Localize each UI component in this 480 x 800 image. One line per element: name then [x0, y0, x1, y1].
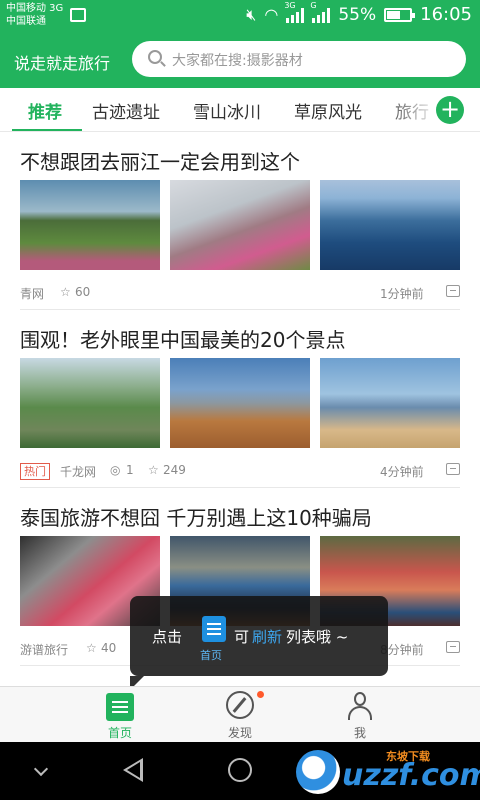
article-thumbnail[interactable]	[20, 180, 160, 270]
nav-label: 我	[353, 726, 366, 740]
battery-icon	[384, 7, 416, 22]
article-time: 1分钟前	[380, 287, 424, 301]
article-thumbnail[interactable]	[320, 358, 460, 448]
search-placeholder: 大家都在搜:摄影器材	[172, 53, 303, 69]
like-count: 60	[75, 285, 91, 299]
dismiss-icon[interactable]	[446, 641, 460, 653]
system-nav-bar: 东坡下载 uzzf.com	[0, 742, 480, 800]
back-icon[interactable]	[123, 758, 143, 782]
article-meta: 青网 ☆ 60 1分钟前	[20, 284, 460, 302]
nav-me[interactable]: 我	[280, 687, 440, 743]
star-icon: ☆	[86, 641, 97, 655]
status-icons: 🔇︎ ◠ 3G G 55% 16:05	[246, 1, 472, 26]
tooltip-icon-label: 首页	[200, 649, 222, 662]
comment-icon: ◎	[110, 463, 121, 477]
add-category-button[interactable]: +	[436, 96, 464, 124]
dismiss-icon[interactable]	[446, 463, 460, 475]
watermark-emblem	[296, 750, 340, 794]
tooltip-middle: 可	[234, 628, 250, 646]
network-label-1: 3G	[284, 0, 296, 10]
clock: 16:05	[420, 4, 472, 25]
article-meta: 热门 千龙网 ◎ 1 ☆ 249 4分钟前	[20, 462, 460, 480]
carrier-1: 中国移动 3G	[6, 3, 64, 14]
article-title[interactable]: 泰国旅游不想囧 千万别遇上这10种骗局	[20, 502, 372, 531]
article-thumbnail[interactable]	[170, 180, 310, 270]
article-card[interactable]: 围观！老外眼里中国最美的20个景点 热门 千龙网 ◎ 1 ☆ 249 4分钟前	[0, 310, 480, 488]
battery-percent: 55%	[338, 4, 377, 25]
category-tabs: 推荐 古迹遗址 雪山冰川 草原风光 旅行 +	[0, 88, 480, 132]
app-slogan: 说走就走旅行	[14, 54, 111, 73]
image-notification-icon	[70, 8, 86, 22]
article-source: 游谱旅行	[20, 643, 69, 657]
compass-icon	[226, 691, 254, 719]
dismiss-icon[interactable]	[446, 285, 460, 297]
search-icon	[148, 50, 162, 64]
user-icon	[347, 691, 373, 721]
watermark-main-text: uzzf.com	[342, 758, 480, 793]
mute-icon: 🔇︎	[246, 4, 257, 24]
app-header: 说走就走旅行 大家都在搜:摄影器材	[0, 32, 480, 88]
chevron-down-icon[interactable]	[33, 761, 49, 777]
refresh-hint-tooltip[interactable]: 点击 首页 可 刷新 列表哦 ~	[130, 596, 388, 690]
comment-count: 1	[126, 463, 134, 477]
notification-dot	[257, 691, 264, 698]
article-source: 千龙网	[60, 465, 97, 479]
carrier-info: 中国移动 3G 中国联通	[6, 2, 63, 28]
tab-fade	[380, 88, 440, 131]
signal-g-icon: G	[310, 1, 331, 23]
like-count: 40	[101, 641, 117, 655]
hot-badge: 热门	[20, 463, 50, 480]
home-button-icon[interactable]	[228, 758, 252, 782]
wifi-icon: ◠	[264, 5, 279, 24]
article-thumbnail[interactable]	[320, 180, 460, 270]
search-bar[interactable]: 大家都在搜:摄影器材	[132, 41, 466, 77]
article-time: 4分钟前	[380, 465, 424, 479]
article-card[interactable]: 不想跟团去丽江一定会用到这个 青网 ☆ 60 1分钟前	[0, 132, 480, 310]
tooltip-prefix: 点击	[152, 628, 183, 646]
like-count: 249	[163, 463, 186, 477]
article-thumbnail[interactable]	[20, 358, 160, 448]
status-bar: 中国移动 3G 中国联通 🔇︎ ◠ 3G G 55% 16:05	[0, 0, 480, 32]
tab-historic-sites[interactable]: 古迹遗址	[92, 98, 160, 123]
network-label-2: G	[310, 0, 317, 10]
list-icon	[202, 616, 226, 642]
bottom-nav: 首页 发现 我	[0, 686, 480, 742]
tab-grassland[interactable]: 草原风光	[294, 98, 362, 123]
carrier-2: 中国联通	[6, 16, 46, 27]
tab-recommended[interactable]: 推荐	[28, 98, 62, 123]
star-icon: ☆	[60, 285, 71, 299]
signal-3g-icon: 3G	[284, 1, 305, 23]
article-thumbnail[interactable]	[170, 358, 310, 448]
home-icon	[106, 693, 134, 721]
tooltip-refresh-word: 刷新	[252, 628, 283, 646]
tab-snow-mountains[interactable]: 雪山冰川	[193, 98, 261, 123]
article-title[interactable]: 围观！老外眼里中国最美的20个景点	[20, 324, 345, 353]
watermark-logo: 东坡下载 uzzf.com	[294, 746, 480, 796]
tooltip-suffix: 列表哦 ~	[286, 628, 349, 646]
star-icon: ☆	[148, 463, 159, 477]
article-source: 青网	[20, 287, 45, 301]
article-title[interactable]: 不想跟团去丽江一定会用到这个	[20, 146, 300, 175]
